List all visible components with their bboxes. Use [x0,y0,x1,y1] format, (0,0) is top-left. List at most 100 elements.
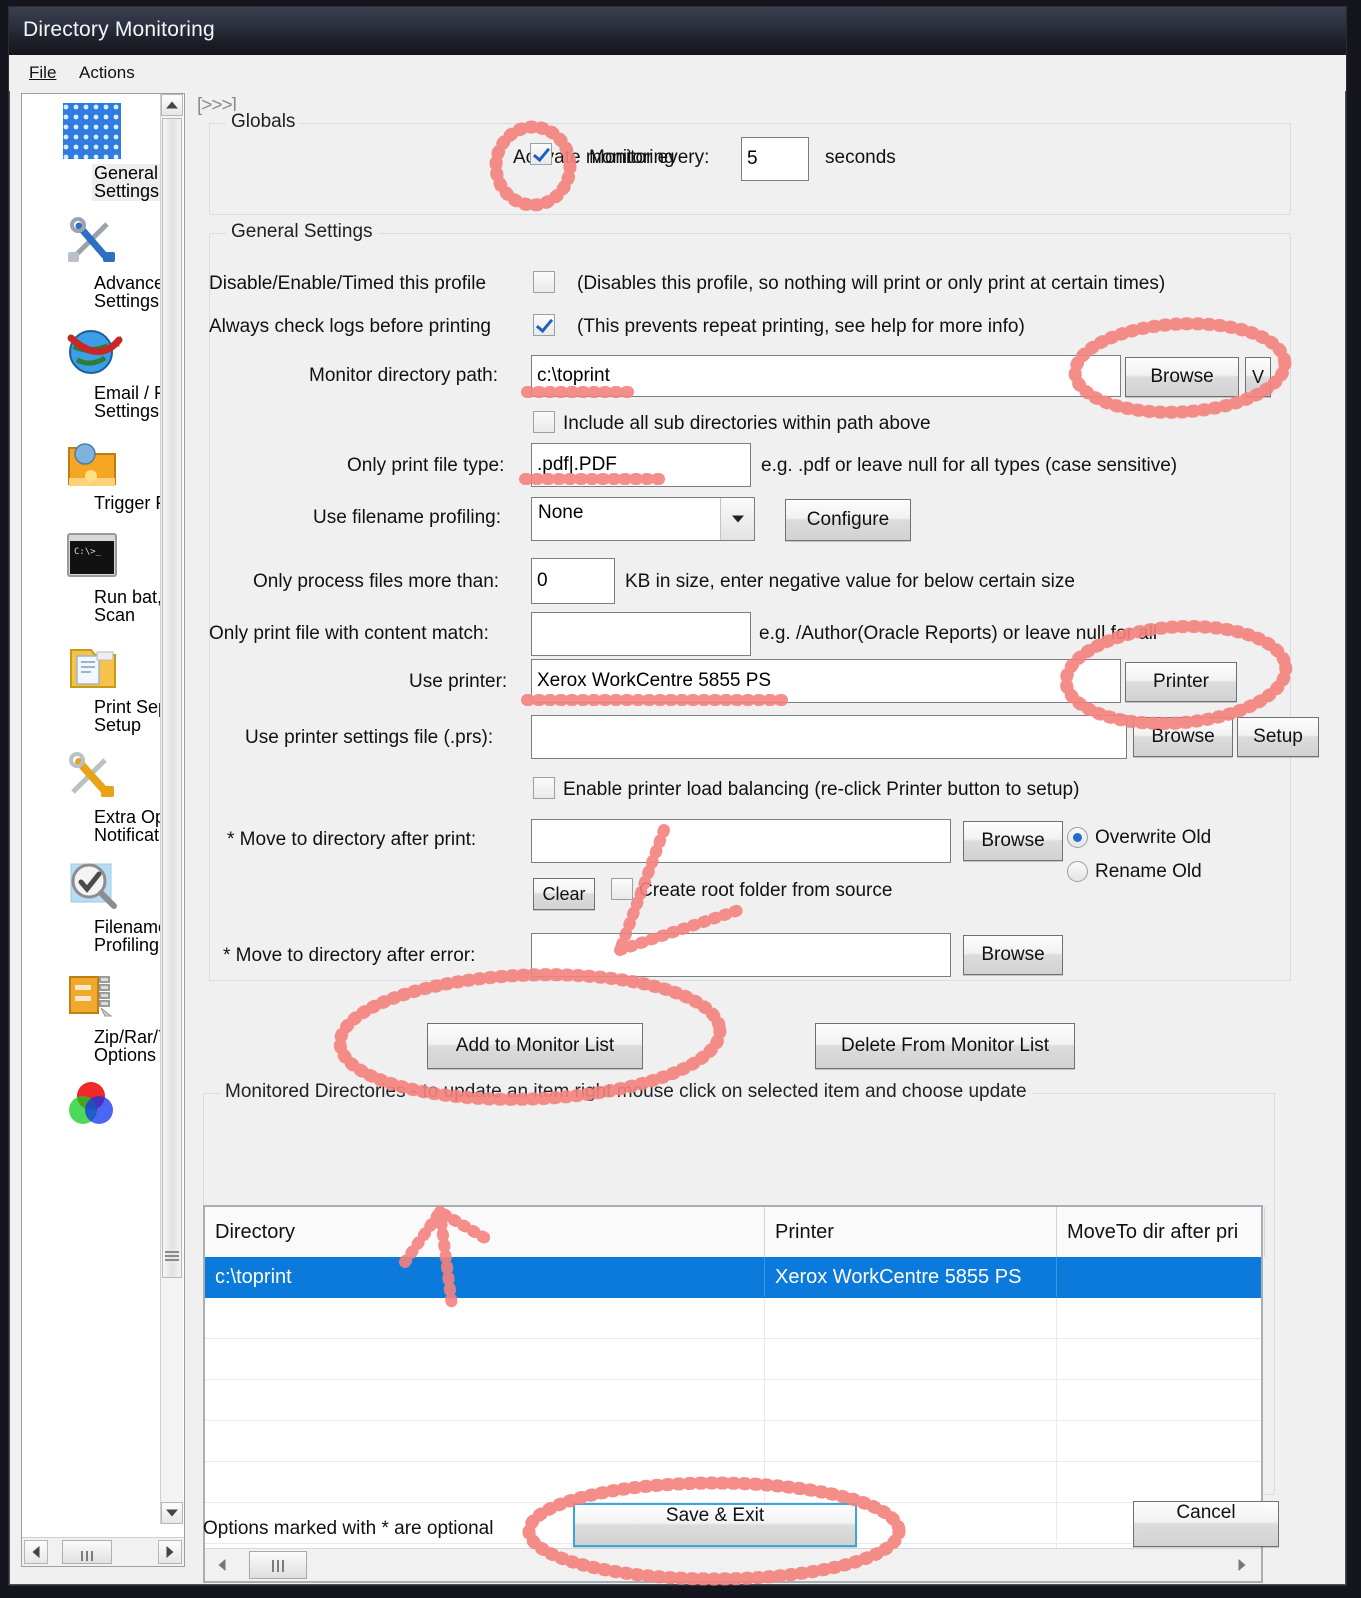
delete-from-monitor-list-button[interactable]: Delete From Monitor List [815,1023,1075,1069]
table-row[interactable] [205,1462,1261,1503]
scroll-right-arrow-icon[interactable] [158,1540,182,1564]
add-to-monitor-list-button[interactable]: Add to Monitor List [427,1023,643,1069]
table-row[interactable]: c:\toprint Xerox WorkCentre 5855 PS [205,1257,1261,1298]
sidebar-item-general[interactable]: General Settings [22,94,162,202]
configure-button[interactable]: Configure [785,499,911,541]
move-after-print-input[interactable] [531,819,951,863]
table-hscroll-thumb[interactable] [249,1551,307,1579]
scroll-up-arrow-icon[interactable] [161,94,183,116]
scroll-left-arrow-icon[interactable] [24,1540,48,1564]
scroll-down-arrow-icon[interactable] [161,1502,183,1524]
include-subdirs-checkbox[interactable] [533,411,555,433]
file-type-input[interactable] [531,443,751,487]
check-logs-checkbox[interactable] [533,314,555,336]
chevron-down-icon[interactable] [720,498,754,540]
hscroll-thumb-grip-icon [78,1549,96,1567]
table-cell [205,1462,765,1502]
load-balancing-checkbox[interactable] [533,777,555,799]
sidebar-vertical-scrollbar[interactable] [160,94,183,1524]
table-column-header[interactable]: Printer [765,1207,1057,1257]
table-scroll-left-arrow-icon[interactable] [209,1552,235,1578]
monitor-every-label: Monitor every: [589,147,710,168]
prs-setup-button[interactable]: Setup [1237,717,1319,757]
sidebar-item-label: Email / FTPSettings [22,383,162,421]
sidebar-scroll-thumb[interactable] [162,118,182,1278]
include-subdirs-label: Include all sub directories within path … [563,413,931,434]
sidebar-item-advanced[interactable]: AdvancedSettings [22,204,162,311]
use-printer-input[interactable] [531,659,1121,703]
monitored-directories-group-title: Monitored Directories - to update an ite… [220,1081,1032,1103]
settings-sidebar: GeneralSettings AdvancedSettings Email / F… [21,93,185,1567]
optional-options-note: Options marked with * are optional [203,1518,494,1539]
table-row[interactable] [205,1421,1261,1462]
file-type-label: Only print file type: [347,455,505,476]
globals-group-title: Globals [226,111,301,133]
filename-profiling-label: Use filename profiling: [313,507,501,528]
min-size-label: Only process files more than: [253,571,500,592]
sidebar-item-run-bat-exe-o[interactable]: C:\>_ Run bat,exe oScan [22,518,162,625]
sidebar-item-list[interactable]: GeneralSettings AdvancedSettings Email / F… [22,94,162,1524]
sidebar-item-label: Print SeparatoSetup [22,697,162,735]
overwrite-old-radio[interactable] [1067,827,1088,848]
activate-monitoring-checkbox[interactable] [530,143,552,165]
sidebar-horizontal-scrollbar[interactable] [22,1537,184,1566]
blue-pattern-icon [61,102,123,162]
move-after-error-label: * Move to directory after error: [223,945,476,966]
save-and-exit-button[interactable]: Save & Exit [573,1503,857,1547]
printer-button[interactable]: Printer [1125,662,1237,702]
disable-profile-checkbox[interactable] [533,271,555,293]
cancel-button[interactable]: Cancel [1133,1501,1279,1547]
table-cell [765,1380,1057,1420]
rename-old-radio[interactable] [1067,861,1088,882]
min-size-input[interactable] [531,558,615,604]
zip-icon [61,966,123,1026]
seconds-label: seconds [825,147,896,168]
sidebar-item-email-ftp[interactable]: Email / FTPSettings [22,314,162,421]
monitor-interval-input[interactable] [741,137,809,181]
table-cell [1057,1339,1261,1379]
menu-item-actions[interactable]: Actions [79,63,135,83]
prs-file-input[interactable] [531,715,1127,759]
sidebar-hscroll-thumb[interactable] [62,1540,112,1564]
monitor-path-browse-button[interactable]: Browse [1125,357,1239,397]
clear-button[interactable]: Clear [533,878,595,910]
content-match-input[interactable] [531,612,751,656]
load-balancing-label: Enable printer load balancing (re-click … [563,779,1080,800]
sidebar-item-label-line2: Settings [94,401,160,421]
menu-file-label: File [29,63,57,82]
prs-browse-button[interactable]: Browse [1133,717,1233,757]
move-after-error-input[interactable] [531,933,951,977]
sidebar-item-label-line2: Notifications [94,825,162,845]
folder-docs-icon [61,636,123,696]
sidebar-item-label: Zip/Rar/7zOptions [22,1027,162,1065]
sidebar-item-color-options[interactable] [22,1068,162,1136]
sidebar-item-extra-options[interactable]: Extra OptionsNotifications [22,738,162,845]
filename-profiling-select[interactable]: None [531,497,755,541]
sidebar-item-label-line2: Settings [94,291,160,311]
move-after-error-browse-button[interactable]: Browse [963,935,1063,975]
table-row[interactable] [205,1380,1261,1421]
file-type-hint: e.g. .pdf or leave null for all types (c… [761,455,1178,476]
table-row[interactable] [205,1339,1261,1380]
sidebar-item-filename[interactable]: Filename Profiling [22,848,162,955]
sidebar-item-trigger-files[interactable]: Trigger Files [22,424,162,513]
table-cell [1057,1421,1261,1461]
create-root-folder-checkbox[interactable] [611,878,633,900]
overwrite-old-label: Overwrite Old [1095,827,1212,848]
table-column-header[interactable]: Directory [205,1207,765,1257]
table-horizontal-scrollbar[interactable] [205,1548,1261,1581]
sidebar-item-zip-rar-7z[interactable]: Zip/Rar/7zOptions [22,958,162,1065]
table-cell [205,1380,765,1420]
table-row[interactable] [205,1298,1261,1339]
sidebar-item-label: Filename Profiling [22,917,162,955]
monitor-path-dropdown-button[interactable]: V [1245,357,1271,397]
table-column-header[interactable]: MoveTo dir after pri [1057,1207,1265,1257]
move-after-print-browse-button[interactable]: Browse [963,821,1063,861]
color-wheel-icon [61,1076,123,1136]
monitor-path-input[interactable] [531,355,1121,397]
table-cell [1057,1257,1261,1297]
table-scroll-right-arrow-icon[interactable] [1229,1552,1255,1578]
disable-profile-label: Disable/Enable/Timed this profile [209,273,487,294]
menu-item-file[interactable]: File [29,63,56,83]
sidebar-item-print-separato[interactable]: Print SeparatoSetup [22,628,162,735]
